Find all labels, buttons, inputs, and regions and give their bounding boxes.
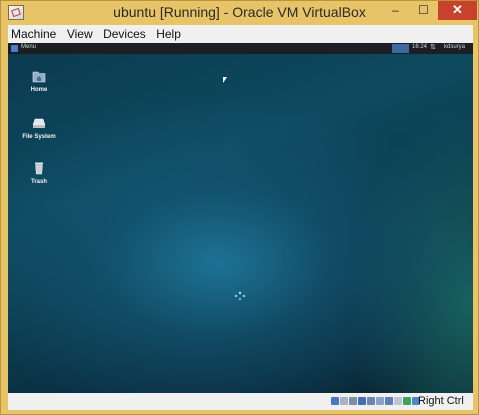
shared-folders-icon[interactable] — [376, 397, 384, 405]
display-icon[interactable] — [385, 397, 393, 405]
network-icon[interactable]: ⇅ — [430, 43, 436, 51]
menu-machine[interactable]: Machine — [8, 25, 59, 41]
desktop-icon-trash[interactable]: Trash — [14, 161, 64, 185]
drive-icon — [32, 118, 46, 128]
desktop-icon-label: Home — [30, 87, 48, 93]
virtualbox-window: ubuntu [Running] - Oracle VM VirtualBox … — [0, 0, 479, 415]
device-indicators — [331, 397, 421, 407]
guest-clock[interactable]: 16:24 — [412, 44, 427, 50]
usb-icon[interactable] — [367, 397, 375, 405]
workspace-switcher[interactable] — [392, 44, 409, 53]
audio-icon[interactable] — [349, 397, 357, 405]
trash-icon — [35, 162, 43, 175]
network-icon[interactable] — [358, 397, 366, 405]
host-key-label: Right Ctrl — [418, 395, 464, 407]
minimize-button[interactable]: ‒ — [382, 1, 409, 20]
menu-view[interactable]: View — [64, 25, 96, 41]
menu-help[interactable]: Help — [153, 25, 184, 41]
loading-spinner-icon — [234, 291, 246, 301]
hard-disk-icon[interactable] — [331, 397, 339, 405]
desktop-icon-label: File System — [22, 134, 56, 140]
desktop-icon-label: Trash — [30, 179, 47, 185]
video-capture-icon[interactable] — [394, 397, 402, 405]
xfce-menu-icon[interactable] — [11, 45, 18, 52]
guest-menu-button[interactable]: Menu — [21, 44, 36, 50]
optical-drive-icon[interactable] — [340, 397, 348, 405]
menu-devices[interactable]: Devices — [100, 25, 149, 41]
guest-display[interactable]: Menu 16:24 ⇅ kdsurya Home File System Tr… — [8, 43, 473, 393]
guest-user-menu[interactable]: kdsurya — [444, 44, 465, 50]
close-button[interactable]: ✕ — [438, 1, 477, 20]
guest-top-panel: Menu 16:24 ⇅ kdsurya — [8, 43, 473, 54]
mouse-pointer — [223, 77, 227, 83]
mouse-integration-icon[interactable] — [403, 397, 411, 405]
status-bar: Right Ctrl — [8, 393, 473, 410]
home-folder-icon — [32, 71, 46, 83]
menu-bar: Machine View Devices Help — [8, 25, 473, 43]
desktop-icon-home[interactable]: Home — [14, 69, 64, 93]
title-bar[interactable]: ubuntu [Running] - Oracle VM VirtualBox … — [1, 1, 478, 25]
maximize-button[interactable]: ☐ — [410, 1, 437, 20]
desktop-icon-file-system[interactable]: File System — [14, 116, 64, 140]
